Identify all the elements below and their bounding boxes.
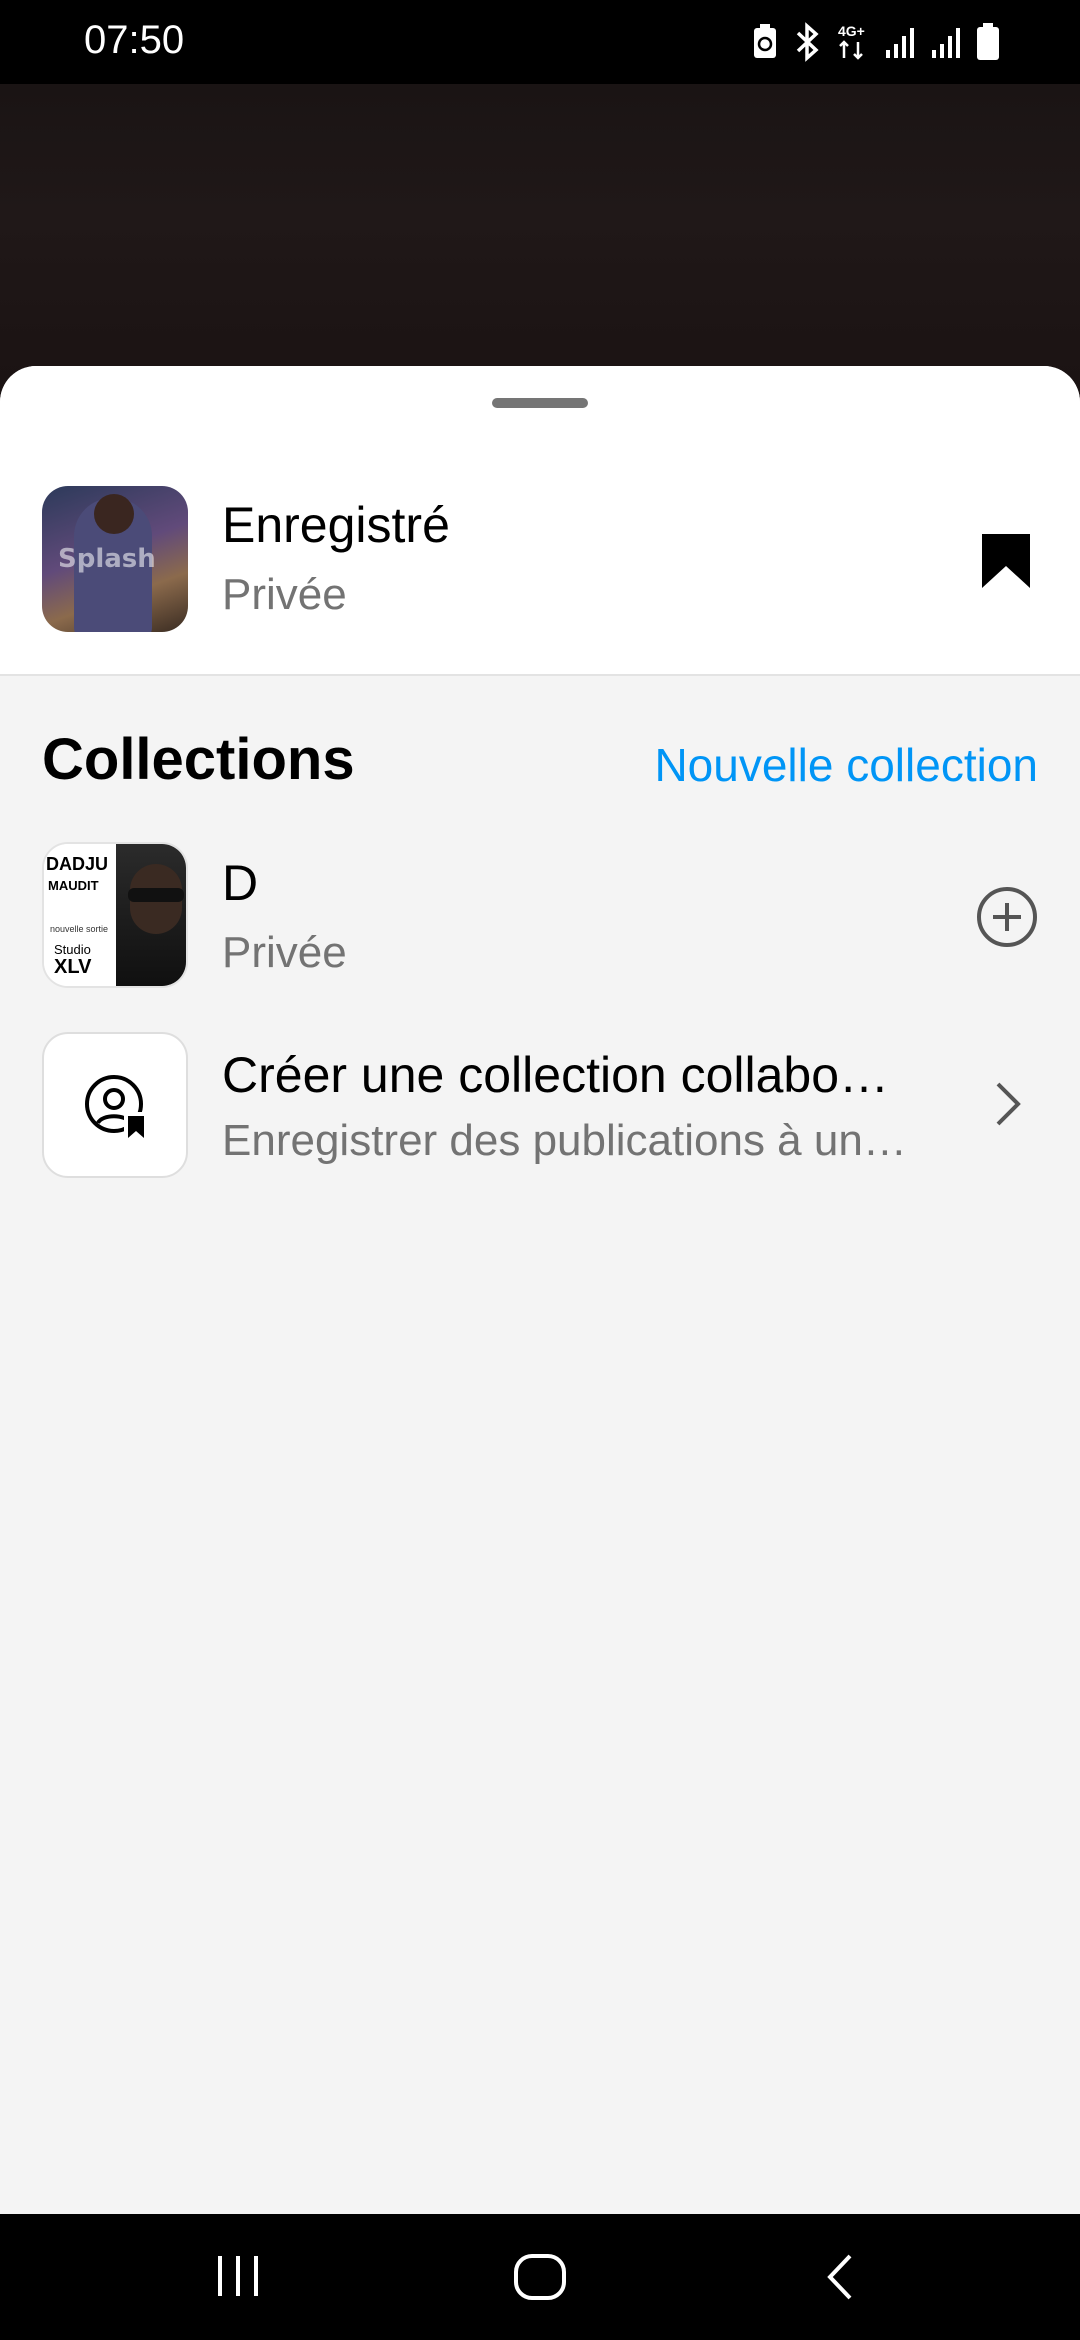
recent-apps-icon[interactable]	[216, 2252, 260, 2300]
home-icon[interactable]	[512, 2252, 568, 2302]
new-collection-button[interactable]: Nouvelle collection	[654, 738, 1038, 792]
saved-title[interactable]: Enregistré	[222, 496, 450, 554]
svg-text:4G+: 4G+	[838, 23, 865, 39]
saved-header: Splash Enregistré Privée	[0, 366, 1080, 676]
system-navigation-bar	[0, 2214, 1080, 2340]
mobile-data-4g-icon: 4G+	[838, 23, 865, 60]
collections-title: Collections	[42, 727, 355, 792]
signal-icon	[886, 28, 914, 58]
cover-text-release: nouvelle sortie	[50, 924, 109, 934]
collection-subtitle: Privée	[222, 928, 347, 977]
chevron-right-icon[interactable]	[994, 1080, 1022, 1128]
create-collab-title[interactable]: Créer une collection collabo…	[222, 1046, 962, 1104]
person-head	[94, 494, 134, 534]
saved-thumbnail[interactable]: Splash	[42, 486, 188, 632]
cover-text-title: MAUDIT	[48, 878, 99, 893]
collab-collection-thumbnail[interactable]	[42, 1032, 188, 1178]
save-bottom-sheet: Splash Enregistré Privée Collections Nou…	[0, 366, 1080, 2214]
dimmed-background[interactable]	[0, 84, 1080, 414]
collection-thumbnail[interactable]: DADJU MAUDIT nouvelle sortie Studio XLV	[42, 842, 188, 988]
status-icons: 4G+	[752, 20, 1000, 64]
drag-handle[interactable]	[492, 398, 588, 408]
bluetooth-icon	[796, 22, 819, 62]
cover-glasses	[128, 888, 184, 902]
create-collab-subtitle: Enregistrer des publications à un…	[222, 1116, 907, 1165]
thumbnail-watermark: Splash	[58, 544, 156, 574]
bookmark-filled-icon[interactable]	[980, 532, 1032, 590]
cover-text-label: XLV	[54, 956, 92, 978]
clock: 07:50	[84, 18, 185, 62]
cover-text-artist: DADJU	[46, 854, 109, 874]
battery-icon	[977, 23, 999, 60]
back-icon[interactable]	[822, 2252, 856, 2302]
battery-saver-icon	[754, 24, 776, 58]
status-bar: 07:50 4G+	[0, 0, 1080, 84]
add-circle-icon[interactable]	[976, 886, 1038, 948]
cover-text-studio: Studio	[54, 942, 91, 957]
collab-user-bookmark-icon	[85, 1075, 146, 1138]
collection-title[interactable]: D	[222, 854, 258, 912]
signal-icon	[932, 28, 960, 58]
saved-subtitle: Privée	[222, 570, 347, 619]
